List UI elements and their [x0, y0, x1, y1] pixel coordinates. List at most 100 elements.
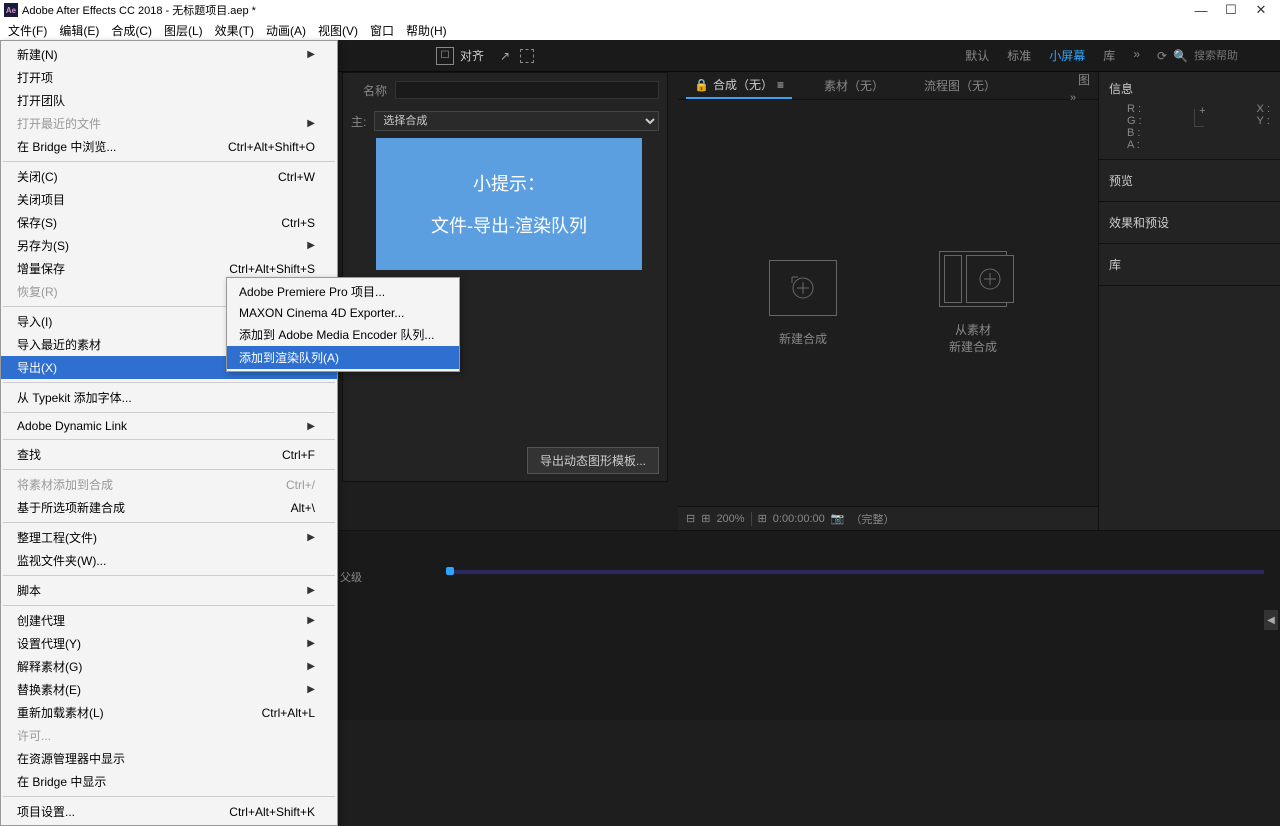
menu-layer[interactable]: 图层(L) — [158, 20, 209, 41]
timecode-label: 0:00:00:00 — [773, 513, 825, 525]
timeline-rail[interactable] — [446, 570, 1264, 574]
file-close[interactable]: 关闭(C)Ctrl+W — [1, 165, 337, 188]
resolution-label[interactable]: （完整） — [851, 511, 895, 527]
viewer-footer: ⊟ ⊞ 200% ⊞ 0:00:00:00 📷 （完整） — [678, 506, 1098, 530]
search-icon: 🔍 — [1173, 49, 1188, 63]
info-y: Y : — [1257, 115, 1270, 127]
file-create-proxy[interactable]: 创建代理▶ — [1, 609, 337, 632]
tab-flowchart[interactable]: 流程图（无） — [916, 73, 1004, 98]
tab-footage[interactable]: 素材（无） — [816, 73, 892, 98]
menu-edit[interactable]: 编辑(E) — [53, 20, 105, 41]
timeline-playhead[interactable] — [446, 567, 454, 575]
export-render-queue[interactable]: 添加到渲染队列(A) — [227, 346, 459, 369]
workspace-default[interactable]: 默认 — [965, 47, 989, 64]
effects-panel-header[interactable]: 效果和预设 — [1099, 202, 1280, 244]
file-scripts[interactable]: 脚本▶ — [1, 579, 337, 602]
file-reveal-explorer[interactable]: 在资源管理器中显示 — [1, 747, 337, 770]
minimize-button[interactable]: — — [1186, 3, 1216, 18]
file-reload[interactable]: 重新加载素材(L)Ctrl+Alt+L — [1, 701, 337, 724]
file-open[interactable]: 打开项 — [1, 66, 337, 89]
menu-view[interactable]: 视图(V) — [312, 20, 364, 41]
info-b: B : — [1127, 127, 1142, 139]
export-premiere[interactable]: Adobe Premiere Pro 项目... — [227, 280, 459, 303]
name-input[interactable] — [395, 81, 659, 99]
parent-column-label: 父级 — [340, 569, 362, 585]
tab-menu-icon[interactable]: ≡ — [777, 78, 784, 92]
file-replace[interactable]: 替换素材(E)▶ — [1, 678, 337, 701]
window-title: Adobe After Effects CC 2018 - 无标题项目.aep … — [22, 2, 1186, 18]
arc-tool-icon[interactable]: ↗ — [500, 49, 510, 63]
info-panel: 信息 R : G : B : A : + X : Y : — [1099, 72, 1280, 160]
menu-effect[interactable]: 效果(T) — [209, 20, 260, 41]
workspace-tabs: 默认 标准 小屏幕 库 » — [965, 47, 1140, 64]
menu-bar: 文件(F) 编辑(E) 合成(C) 图层(L) 效果(T) 动画(A) 视图(V… — [0, 20, 1280, 40]
file-menu-dropdown: 新建(N)▶ 打开项 打开团队 打开最近的文件▶ 在 Bridge 中浏览...… — [0, 40, 338, 826]
export-mogrt-button[interactable]: 导出动态图形模板... — [527, 447, 659, 474]
tip-line2: 文件-导出-渲染队列 — [431, 212, 587, 238]
file-add-to-comp: 将素材添加到合成Ctrl+/ — [1, 473, 337, 496]
file-project-settings[interactable]: 项目设置...Ctrl+Alt+Shift+K — [1, 800, 337, 823]
new-from-footage-card[interactable]: 从素材 新建合成 — [939, 251, 1007, 355]
menu-help[interactable]: 帮助(H) — [400, 20, 453, 41]
snap-toggle-icon[interactable]: ☐ — [436, 47, 454, 65]
close-button[interactable]: ✕ — [1246, 2, 1276, 18]
tab-composition-label: 合成（无） — [713, 76, 773, 93]
info-x: X : — [1257, 103, 1270, 115]
snap-label: 对齐 — [460, 47, 484, 64]
zoom-value[interactable]: 200% — [716, 513, 744, 525]
file-save[interactable]: 保存(S)Ctrl+S — [1, 211, 337, 234]
file-dynamic-link[interactable]: Adobe Dynamic Link▶ — [1, 416, 337, 436]
export-submenu: Adobe Premiere Pro 项目... MAXON Cinema 4D… — [226, 277, 460, 372]
info-r: R : — [1127, 103, 1142, 115]
workspace-small[interactable]: 小屏幕 — [1049, 47, 1085, 64]
maximize-button[interactable]: ☐ — [1216, 2, 1246, 18]
main-label: 主: — [351, 113, 366, 130]
sync-icon[interactable]: ⟳ — [1157, 49, 1167, 63]
info-a: A : — [1127, 139, 1142, 151]
file-browse-bridge[interactable]: 在 Bridge 中浏览...Ctrl+Alt+Shift+O — [1, 135, 337, 158]
title-bar: Ae Adobe After Effects CC 2018 - 无标题项目.a… — [0, 0, 1280, 20]
export-ame[interactable]: 添加到 Adobe Media Encoder 队列... — [227, 323, 459, 346]
menu-animation[interactable]: 动画(A) — [260, 20, 312, 41]
zoom-out-icon[interactable]: ⊟ — [686, 512, 695, 525]
menu-composition[interactable]: 合成(C) — [105, 20, 158, 41]
selection-box-icon[interactable] — [520, 49, 534, 63]
library-panel-header[interactable]: 库 — [1099, 244, 1280, 286]
file-new-comp-from-selection[interactable]: 基于所选项新建合成Alt+\ — [1, 496, 337, 519]
file-save-as[interactable]: 另存为(S)▶ — [1, 234, 337, 257]
zoom-in-icon[interactable]: ⊞ — [701, 512, 710, 525]
file-find[interactable]: 查找Ctrl+F — [1, 443, 337, 466]
file-license: 许可... — [1, 724, 337, 747]
tab-layer[interactable]: 图 — [1070, 67, 1098, 92]
workspace-library[interactable]: 库 — [1103, 47, 1115, 64]
search-help: ⟳ 🔍 — [1157, 49, 1274, 63]
composition-select[interactable]: 选择合成 — [374, 111, 659, 131]
new-composition-card[interactable]: 新建合成 — [769, 260, 837, 347]
app-icon: Ae — [4, 3, 18, 17]
collapse-handle-icon[interactable]: ◀ — [1264, 610, 1278, 630]
file-open-team[interactable]: 打开团队 — [1, 89, 337, 112]
file-close-project[interactable]: 关闭项目 — [1, 188, 337, 211]
info-panel-title: 信息 — [1109, 80, 1270, 97]
file-set-proxy[interactable]: 设置代理(Y)▶ — [1, 632, 337, 655]
name-label: 名称 — [351, 82, 387, 99]
file-typekit[interactable]: 从 Typekit 添加字体... — [1, 386, 337, 409]
file-new[interactable]: 新建(N)▶ — [1, 43, 337, 66]
export-c4d[interactable]: MAXON Cinema 4D Exporter... — [227, 303, 459, 323]
menu-file[interactable]: 文件(F) — [2, 20, 53, 41]
info-g: G : — [1127, 115, 1142, 127]
file-collect[interactable]: 整理工程(文件)▶ — [1, 526, 337, 549]
tab-composition[interactable]: 🔒 合成（无） ≡ — [686, 72, 792, 99]
grid-icon[interactable]: ⊞ — [758, 512, 767, 525]
file-watch-folder[interactable]: 监视文件夹(W)... — [1, 549, 337, 572]
search-help-input[interactable] — [1194, 50, 1274, 62]
file-interpret[interactable]: 解释素材(G)▶ — [1, 655, 337, 678]
new-composition-label: 新建合成 — [779, 330, 827, 347]
menu-window[interactable]: 窗口 — [364, 20, 400, 41]
workspace-more-icon[interactable]: » — [1133, 47, 1140, 64]
camera-icon[interactable]: 📷 — [831, 512, 845, 525]
workspace-standard[interactable]: 标准 — [1007, 47, 1031, 64]
new-from-footage-l1: 从素材 — [955, 321, 991, 338]
preview-panel-header[interactable]: 预览 — [1099, 160, 1280, 202]
file-reveal-bridge[interactable]: 在 Bridge 中显示 — [1, 770, 337, 793]
